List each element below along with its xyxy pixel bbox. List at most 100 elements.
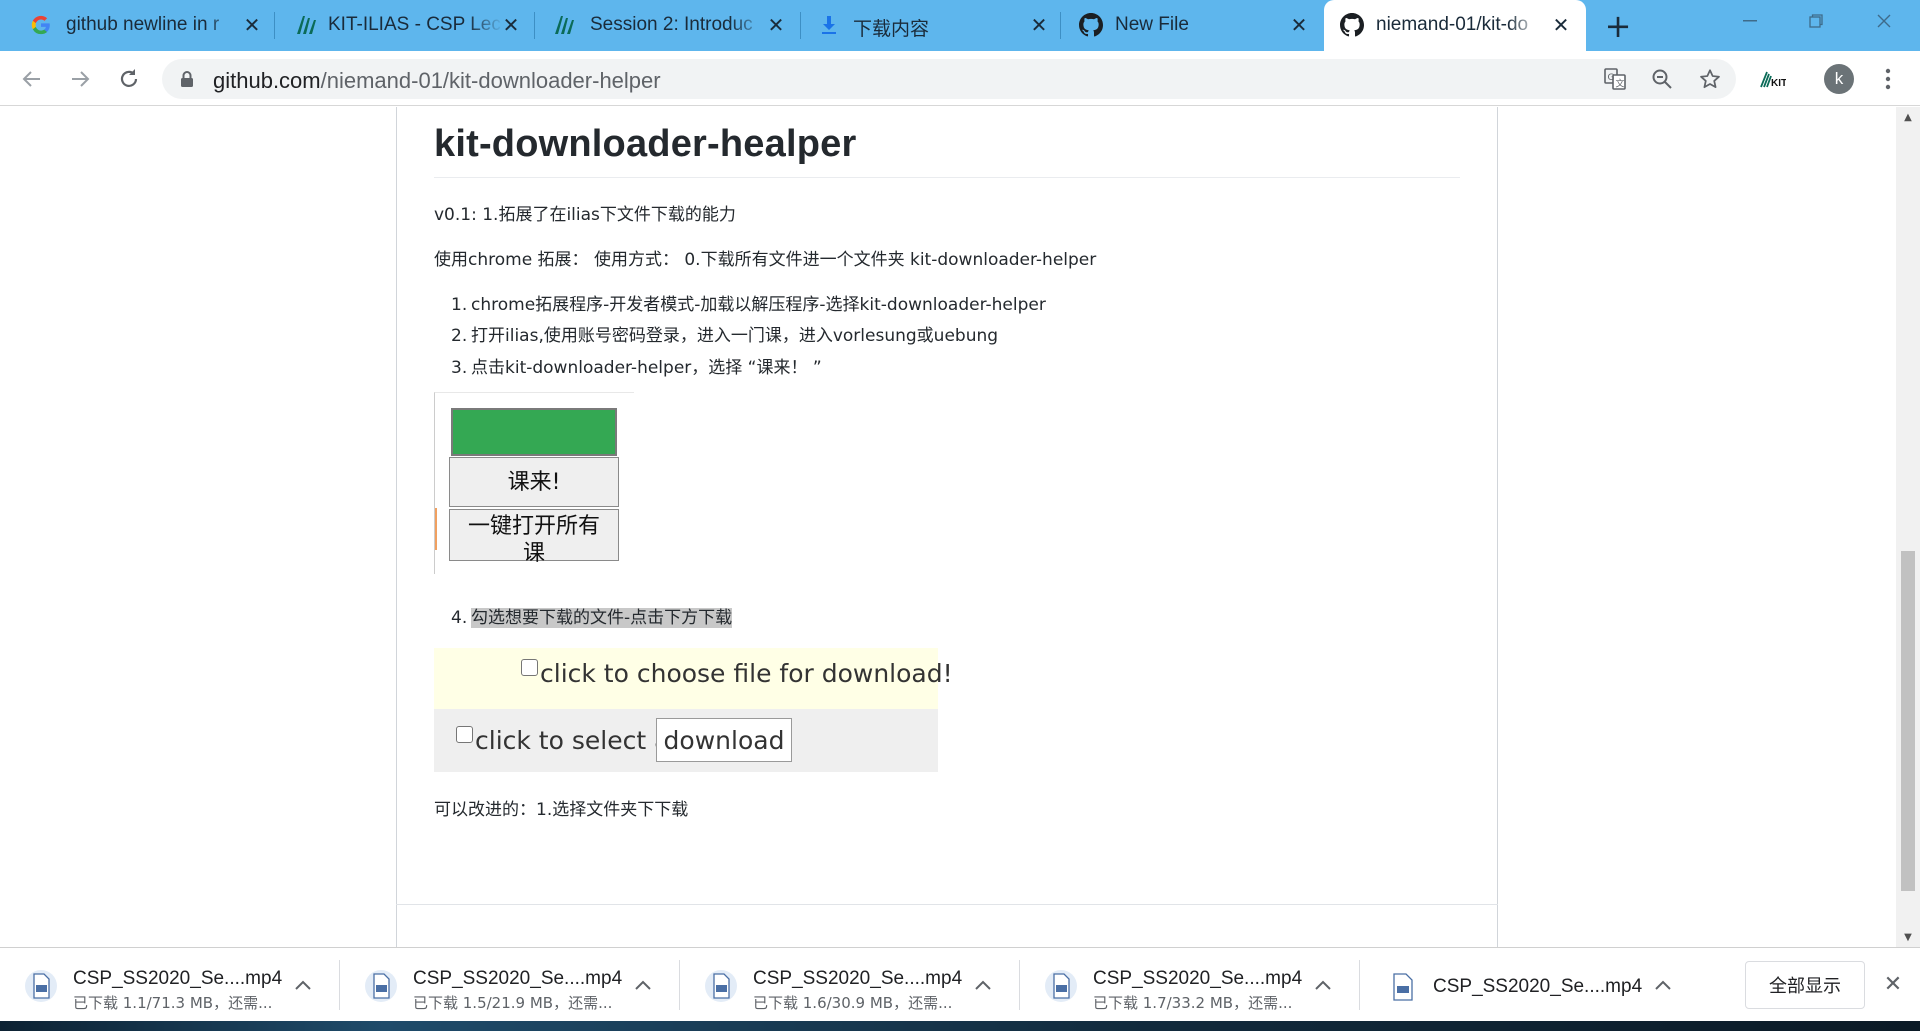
tab-title: github newline in r xyxy=(66,14,220,35)
video-file-icon xyxy=(1393,973,1413,1001)
ilias-icon xyxy=(553,13,577,37)
tab-close-icon[interactable]: ✕ xyxy=(239,12,265,38)
download-filename: CSP_SS2020_Se....mp4 xyxy=(753,968,963,989)
download-item[interactable]: CSP_SS2020_Se....mp4 xyxy=(1360,948,1700,1022)
chevron-up-icon[interactable] xyxy=(1310,972,1336,998)
button-line: 一键打开所有 xyxy=(467,514,600,539)
address-bar[interactable]: github.com/niemand-01/kit-downloader-hel… xyxy=(162,59,1736,99)
list-text: 打开ilias,使用账号密码登录，进入一门课，进入vorlesung或uebun… xyxy=(471,326,999,346)
download-filename: CSP_SS2020_Se....mp4 xyxy=(73,968,283,989)
download-item[interactable]: CSP_SS2020_Se....mp4 已下载 1.5/21.9 MB，还需.… xyxy=(340,948,680,1022)
tab-title: 下载内容 xyxy=(853,19,930,40)
url-host: github.com xyxy=(213,68,321,93)
select-all-checkbox[interactable] xyxy=(456,726,473,743)
ilias-icon xyxy=(295,13,319,37)
tab-new-file[interactable]: New File ✕ xyxy=(1061,0,1324,51)
bookmark-star-icon[interactable] xyxy=(1696,65,1724,93)
google-icon xyxy=(29,13,53,37)
svg-text:G: G xyxy=(1608,73,1615,83)
github-icon xyxy=(1079,13,1103,37)
forward-button[interactable] xyxy=(63,62,97,96)
tab-niemand-kit-downloader[interactable]: niemand-01/kit-do ✕ xyxy=(1324,0,1586,51)
list-item: 2. 打开ilias,使用账号密码登录，进入一门课，进入vorlesung或ueb… xyxy=(451,321,998,346)
os-taskbar xyxy=(0,1021,1920,1031)
list-text-highlighted: 勾选想要下载的文件-点击下方下载 xyxy=(471,608,733,628)
page-viewport: kit-downloader-healper v0.1: 1.拓展了在ilias… xyxy=(0,107,1896,947)
url-path: /niemand-01/kit-downloader-helper xyxy=(320,68,661,93)
video-file-icon xyxy=(705,970,737,1002)
url-text: github.com/niemand-01/kit-downloader-hel… xyxy=(213,68,661,94)
tab-session-2[interactable]: Session 2: Introduc ✕ xyxy=(535,0,801,51)
download-status: 已下载 1.5/21.9 MB，还需... xyxy=(413,994,613,1012)
close-window-button[interactable] xyxy=(1859,6,1909,36)
page-scrollbar[interactable]: ▲ ▼ xyxy=(1896,107,1920,947)
tab-close-icon[interactable]: ✕ xyxy=(498,12,524,38)
menu-kebab-icon[interactable] xyxy=(1871,62,1905,96)
tab-close-icon[interactable]: ✕ xyxy=(1026,12,1052,38)
download-filename: CSP_SS2020_Se....mp4 xyxy=(413,968,623,989)
list-text: 点击kit-downloader-helper，选择 “课来！ ” xyxy=(471,358,822,378)
scroll-up-icon[interactable]: ▲ xyxy=(1896,107,1920,127)
open-all-courses-button[interactable]: 一键打开所有 课 xyxy=(449,509,619,566)
tab-github-newline[interactable]: github newline in r ✕ xyxy=(0,0,275,51)
download-filename: CSP_SS2020_Se....mp4 xyxy=(1093,968,1303,989)
version-line: v0.1: 1.拓展了在ilias下文件下载的能力 xyxy=(434,205,736,225)
download-item[interactable]: CSP_SS2020_Se....mp4 已下载 1.6/30.9 MB，还需.… xyxy=(680,948,1020,1022)
choose-file-option[interactable]: click to choose file for download! xyxy=(521,659,953,688)
tab-kit-ilias[interactable]: KIT-ILIAS - CSP Lec ✕ xyxy=(275,0,535,51)
chevron-up-icon[interactable] xyxy=(630,972,656,998)
video-file-icon xyxy=(25,970,57,1002)
translate-icon[interactable]: G文 xyxy=(1601,65,1629,93)
zoom-out-icon[interactable] xyxy=(1648,65,1676,93)
download-shelf: CSP_SS2020_Se....mp4 已下载 1.1/71.3 MB，还需.… xyxy=(0,947,1920,1021)
tab-strip: github newline in r ✕ KIT-ILIAS - CSP Le… xyxy=(0,0,1920,51)
download-item[interactable]: CSP_SS2020_Se....mp4 已下载 1.1/71.3 MB，还需.… xyxy=(0,948,340,1022)
restore-button[interactable] xyxy=(1791,6,1841,36)
download-button[interactable]: download xyxy=(656,718,792,762)
kit-extension-icon[interactable]: KIT xyxy=(1756,62,1790,96)
extension-popup-screenshot: 课来! 一键打开所有 课 xyxy=(434,392,634,574)
chevron-up-icon[interactable] xyxy=(290,972,316,998)
footer-divider xyxy=(396,904,1498,905)
close-shelf-icon[interactable]: ✕ xyxy=(1879,970,1907,998)
download-filename: CSP_SS2020_Se....mp4 xyxy=(1433,976,1643,997)
popup-edge-accent xyxy=(435,508,437,550)
minimize-button[interactable] xyxy=(1725,6,1775,36)
list-item: 3. 点击kit-downloader-helper，选择 “课来！ ” xyxy=(451,353,822,378)
tab-close-icon[interactable]: ✕ xyxy=(763,12,789,38)
chevron-up-icon[interactable] xyxy=(1650,972,1676,998)
download-widget-header: click to choose file for download! xyxy=(434,648,953,709)
readme-title: kit-downloader-healper xyxy=(434,123,857,165)
list-number: 1. xyxy=(451,295,468,315)
lock-icon[interactable] xyxy=(180,70,194,92)
list-number: 3. xyxy=(451,358,468,378)
tab-close-icon[interactable]: ✕ xyxy=(1286,12,1312,38)
choose-file-checkbox[interactable] xyxy=(521,659,538,676)
kelai-button[interactable]: 课来! xyxy=(449,457,619,507)
video-file-icon xyxy=(1045,970,1077,1002)
popup-green-bar xyxy=(451,408,617,456)
tab-close-icon[interactable]: ✕ xyxy=(1548,12,1574,38)
tab-downloads[interactable]: 下载内容 ✕ xyxy=(801,0,1061,51)
list-number: 4. xyxy=(451,608,468,628)
back-button[interactable] xyxy=(15,62,49,96)
tab-title: KIT-ILIAS - CSP Lec xyxy=(328,14,501,35)
checkbox-label: click to choose file for download! xyxy=(540,659,953,688)
download-icon xyxy=(817,13,841,37)
tab-title: Session 2: Introduc xyxy=(590,14,753,35)
svg-text:KIT: KIT xyxy=(1771,78,1786,89)
show-all-downloads-button[interactable]: 全部显示 xyxy=(1745,961,1865,1009)
profile-avatar[interactable]: k xyxy=(1824,64,1854,94)
button-line: 课 xyxy=(522,541,545,566)
chevron-up-icon[interactable] xyxy=(970,972,996,998)
scroll-down-icon[interactable]: ▼ xyxy=(1896,927,1920,947)
heading-divider xyxy=(434,177,1460,178)
reload-button[interactable] xyxy=(112,62,146,96)
list-number: 2. xyxy=(451,326,468,346)
new-tab-button[interactable]: + xyxy=(1600,7,1636,45)
list-item: 4. 勾选想要下载的文件-点击下方下载 xyxy=(451,603,733,628)
scrollbar-thumb[interactable] xyxy=(1901,551,1915,891)
arrow-right-icon xyxy=(72,71,90,87)
tab-title: niemand-01/kit-do xyxy=(1376,14,1529,35)
download-item[interactable]: CSP_SS2020_Se....mp4 已下载 1.7/33.2 MB，还需.… xyxy=(1020,948,1360,1022)
